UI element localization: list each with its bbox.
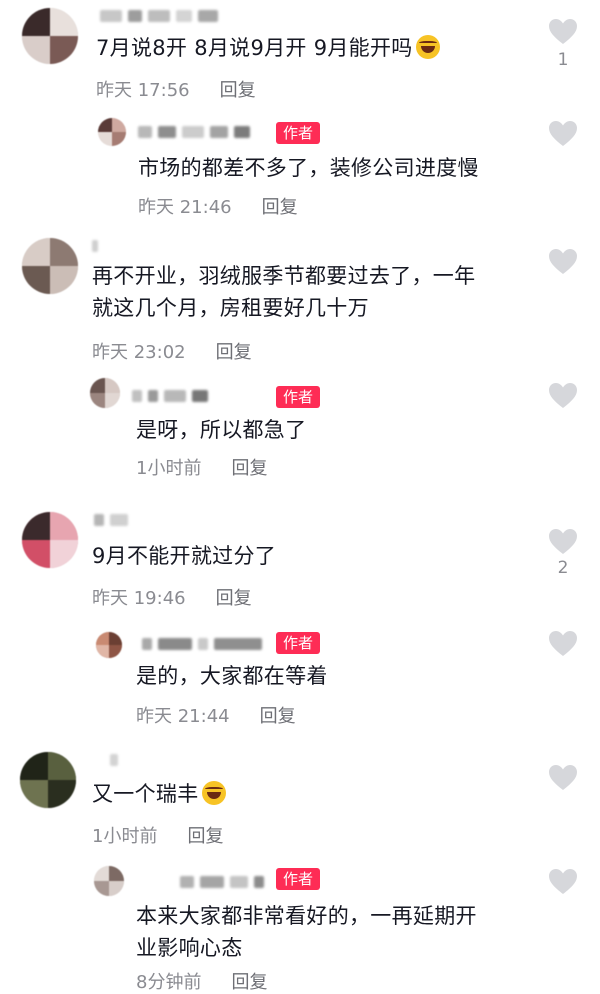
comment-meta: 昨天 17:56 回复 — [96, 76, 256, 102]
reply-button[interactable]: 回复 — [216, 584, 252, 610]
heart-icon[interactable] — [548, 630, 578, 658]
reply-time: 8分钟前 — [136, 972, 202, 993]
author-avatar[interactable] — [98, 118, 126, 146]
author-avatar[interactable] — [90, 378, 120, 408]
heart-icon[interactable] — [548, 18, 578, 46]
author-badge: 作者 — [276, 868, 321, 890]
author-badge: 作者 — [276, 632, 321, 654]
reply-button[interactable]: 回复 — [231, 968, 267, 994]
heart-icon[interactable] — [548, 528, 578, 556]
rofl-emoji-icon — [415, 35, 440, 59]
reply-button[interactable]: 回复 — [220, 76, 256, 102]
comment-time: 1小时前 — [92, 826, 158, 847]
author-username-blurred[interactable] — [138, 126, 250, 138]
heart-icon[interactable] — [548, 382, 578, 410]
username-blurred[interactable] — [92, 240, 98, 252]
comment-item: 9月不能开就过分了 昨天 19:46 回复 2 作者 是的，大家都在等着 昨天 … — [0, 500, 600, 740]
author-reply-meta: 昨天 21:44 回复 — [136, 702, 296, 728]
comment-text: 又一个瑞丰 — [92, 778, 226, 810]
comment-text: 7月说8开 8月说9月开 9月能开吗 — [96, 32, 440, 64]
rofl-emoji-icon — [201, 781, 226, 805]
like-count: 2 — [557, 558, 569, 578]
comment-time: 昨天 23:02 — [92, 342, 186, 363]
reply-button[interactable]: 回复 — [231, 454, 267, 480]
author-username-blurred[interactable] — [132, 390, 208, 402]
author-badge: 作者 — [276, 386, 321, 408]
comment-item: 7月说8开 8月说9月开 9月能开吗 昨天 17:56 回复 1 作者 市场的都… — [0, 0, 600, 230]
author-username-blurred[interactable] — [180, 876, 264, 888]
username-blurred[interactable] — [100, 10, 218, 22]
author-reply-text: 是呀，所以都急了 — [136, 418, 307, 442]
author-username-blurred[interactable] — [142, 638, 262, 650]
avatar[interactable] — [22, 238, 78, 294]
heart-icon[interactable] — [548, 868, 578, 896]
comment-meta: 1小时前 回复 — [92, 822, 223, 848]
author-avatar[interactable] — [96, 632, 122, 658]
heart-icon[interactable] — [548, 764, 578, 792]
reply-button[interactable]: 回复 — [216, 338, 252, 364]
avatar[interactable] — [22, 512, 78, 568]
author-badge: 作者 — [276, 122, 321, 144]
reply-time: 昨天 21:44 — [136, 706, 230, 727]
reply-time: 1小时前 — [136, 458, 202, 479]
reply-button[interactable]: 回复 — [187, 822, 223, 848]
author-avatar[interactable] — [94, 866, 124, 896]
reply-button[interactable]: 回复 — [260, 702, 296, 728]
comment-meta: 昨天 19:46 回复 — [92, 584, 252, 610]
comment-text: 9月不能开就过分了 — [92, 544, 277, 568]
comment-meta: 昨天 23:02 回复 — [92, 338, 252, 364]
comment-item: 又一个瑞丰 1小时前 回复 作者 本来大家都非常看好的，一再延期开 业影响心态 … — [0, 740, 600, 994]
comment-time: 昨天 17:56 — [96, 80, 190, 101]
author-reply-meta: 1小时前 回复 — [136, 454, 267, 480]
like-count: 1 — [557, 50, 569, 70]
author-reply-meta: 8分钟前 回复 — [136, 968, 267, 994]
author-reply-text: 市场的都差不多了，装修公司进度慢 — [138, 156, 479, 180]
heart-icon[interactable] — [548, 120, 578, 148]
avatar[interactable] — [20, 752, 76, 808]
author-reply-text: 本来大家都非常看好的，一再延期开 业影响心态 — [136, 904, 477, 960]
reply-time: 昨天 21:46 — [138, 197, 232, 218]
comment-text: 再不开业，羽绒服季节都要过去了，一年 就这几个月，房租要好几十万 — [92, 264, 476, 320]
username-blurred[interactable] — [94, 514, 128, 526]
comment-item: 再不开业，羽绒服季节都要过去了，一年 就这几个月，房租要好几十万 昨天 23:0… — [0, 230, 600, 500]
heart-icon[interactable] — [548, 248, 578, 276]
username-blurred[interactable] — [110, 754, 118, 766]
avatar[interactable] — [22, 8, 78, 64]
author-reply-meta: 昨天 21:46 回复 — [138, 193, 298, 219]
comment-time: 昨天 19:46 — [92, 588, 186, 609]
reply-button[interactable]: 回复 — [262, 193, 298, 219]
author-reply-text: 是的，大家都在等着 — [136, 664, 328, 688]
